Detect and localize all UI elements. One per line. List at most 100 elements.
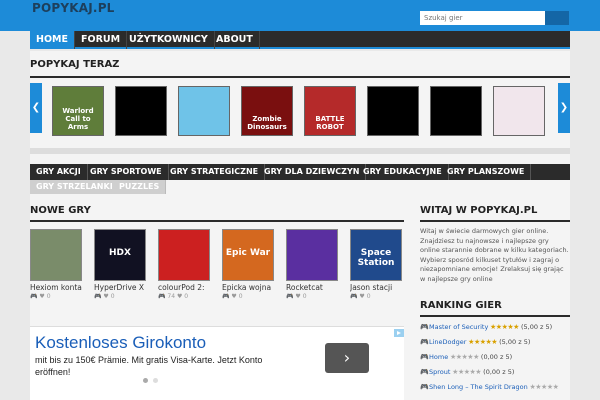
ad-dot-1[interactable] bbox=[143, 378, 148, 383]
site-logo[interactable]: POPYKAJ.PL bbox=[32, 1, 115, 15]
ranking-item-title[interactable]: LineDodger bbox=[429, 338, 466, 346]
featured-game-1[interactable]: Warlord Call to Arms bbox=[52, 86, 104, 136]
category-sports[interactable]: GRY SPORTOWE bbox=[84, 164, 169, 180]
carousel-next-button[interactable]: ❯ bbox=[558, 83, 570, 133]
gamepad-icon: 🎮 bbox=[158, 293, 168, 300]
new-game-card[interactable]: HDX HyperDrive X 🎮 ♥ 0 bbox=[94, 229, 146, 300]
new-game-card[interactable]: colourPod 2: 🎮 74 ♥ 0 bbox=[158, 229, 210, 300]
featured-game-3[interactable] bbox=[178, 86, 230, 136]
heart-icon: ♥ bbox=[39, 293, 47, 300]
category-girls[interactable]: GRY DLA DZIEWCZYN bbox=[258, 164, 367, 180]
category-education[interactable]: GRY EDUKACYJNE bbox=[357, 164, 449, 180]
ranking-item-value: (0,00 z 5) bbox=[483, 368, 515, 376]
new-game-thumbnail[interactable]: Epic War bbox=[222, 229, 274, 281]
new-game-likes: 0 bbox=[238, 293, 243, 300]
new-game-name[interactable]: Epicka wojna bbox=[222, 283, 274, 292]
carousel-prev-button[interactable]: ❮ bbox=[30, 83, 42, 133]
category-puzzles[interactable]: PUZZLES bbox=[113, 180, 167, 194]
new-game-thumbnail[interactable]: HDX bbox=[94, 229, 146, 281]
new-games-title: NOWE GRY bbox=[30, 205, 91, 216]
ad-info-icon[interactable] bbox=[394, 329, 404, 337]
rating-stars-icon: ★★★★★ bbox=[452, 368, 482, 376]
new-game-stats: 🎮 ♥ 0 bbox=[350, 293, 402, 300]
new-game-card[interactable]: Hexiom kontakt🎮 ♥ 0 bbox=[30, 229, 82, 300]
new-game-name[interactable]: colourPod 2: bbox=[158, 283, 210, 292]
gamepad-icon: 🎮 bbox=[420, 338, 429, 346]
ad-dot-2[interactable] bbox=[153, 378, 158, 383]
new-game-thumbnail[interactable] bbox=[286, 229, 338, 281]
ranking-item: 🎮LineDodger ★★★★★ (5,00 z 5) bbox=[420, 338, 580, 348]
new-game-likes: 0 bbox=[110, 293, 115, 300]
ranking-item-title[interactable]: Shen Long – The Spirit Dragon bbox=[429, 383, 528, 391]
featured-game-4[interactable]: Zombie Dinosaurs bbox=[241, 86, 293, 136]
new-game-thumbnail-label: Space Station bbox=[357, 248, 395, 268]
new-game-name[interactable]: Rocketcat bbox=[286, 283, 338, 292]
carousel-scrollbar[interactable] bbox=[30, 148, 570, 154]
new-game-card[interactable]: Rocketcat 🎮 ♥ 0 bbox=[286, 229, 338, 300]
ad-title[interactable]: Kostenloses Girokonto bbox=[35, 333, 206, 353]
new-game-card[interactable]: Epic War Epicka wojna 🎮 ♥ 0 bbox=[222, 229, 274, 300]
category-shooter[interactable]: GRY STRZELANKI bbox=[30, 180, 120, 194]
ad-next-button[interactable]: › bbox=[325, 343, 369, 373]
ranking-item: 🎮Shen Long – The Spirit Dragon ★★★★★ bbox=[420, 383, 580, 393]
ranking-title: RANKING GIER bbox=[420, 300, 502, 311]
search-input[interactable] bbox=[420, 11, 545, 25]
featured-game-5[interactable]: BATTLE ROBOT bbox=[304, 86, 356, 136]
gamepad-icon: 🎮 bbox=[420, 383, 429, 391]
new-game-stats: 🎮 ♥ 0 bbox=[222, 293, 274, 300]
new-game-thumbnail[interactable]: Space Station bbox=[350, 229, 402, 281]
gamepad-icon: 🎮 bbox=[420, 323, 429, 331]
gamepad-icon: 🎮 bbox=[350, 293, 360, 300]
category-bar-row2: GRY STRZELANKI PUZZLES bbox=[30, 180, 170, 194]
gamepad-icon: 🎮 bbox=[420, 353, 429, 361]
new-game-stats: 🎮 ♥ 0 bbox=[30, 293, 82, 300]
new-game-likes: 0 bbox=[184, 293, 189, 300]
nav-about[interactable]: ABOUT bbox=[210, 31, 260, 49]
new-game-likes: 0 bbox=[302, 293, 307, 300]
ranking-divider bbox=[420, 315, 570, 317]
category-board[interactable]: GRY PLANSZOWE bbox=[441, 164, 532, 180]
new-game-thumbnail[interactable] bbox=[30, 229, 82, 281]
rating-stars-icon: ★★★★★ bbox=[529, 383, 559, 391]
new-games-divider bbox=[30, 220, 404, 222]
new-game-name[interactable]: Hexiom kontakt bbox=[30, 283, 82, 292]
new-game-card[interactable]: Space Station Jason stacji 🎮 ♥ 0 bbox=[350, 229, 402, 300]
new-game-thumbnail[interactable] bbox=[158, 229, 210, 281]
nav-users[interactable]: UŻYTKOWNICY bbox=[123, 31, 215, 49]
main-nav: HOME FORUM UŻYTKOWNICY ABOUT bbox=[30, 31, 570, 49]
site-header: POPYKAJ.PL bbox=[0, 0, 600, 31]
featured-game-caption: Zombie Dinosaurs bbox=[247, 115, 287, 131]
gamepad-icon: 🎮 bbox=[420, 368, 429, 376]
featured-game-7[interactable] bbox=[430, 86, 482, 136]
ranking-item: 🎮Master of Security ★★★★★ (5,00 z 5) bbox=[420, 323, 580, 333]
welcome-title: WITAJ W POPYKAJ.PL bbox=[420, 205, 538, 216]
gamepad-icon: 🎮 bbox=[222, 293, 232, 300]
category-bar: GRY AKCJI GRY SPORTOWE GRY STRATEGICZNE … bbox=[30, 164, 570, 180]
new-game-likes: 0 bbox=[366, 293, 371, 300]
heart-icon: ♥ bbox=[103, 293, 111, 300]
rating-stars-icon: ★★★★★ bbox=[449, 353, 479, 361]
nav-forum[interactable]: FORUM bbox=[75, 31, 128, 49]
featured-game-caption: BATTLE ROBOT bbox=[315, 115, 345, 131]
new-game-thumbnail-label: HDX bbox=[109, 248, 131, 258]
new-game-plays: 74 bbox=[167, 293, 176, 300]
heart-icon: ♥ bbox=[175, 293, 185, 300]
ranking-item: 🎮Home ★★★★★ (0,00 z 5) bbox=[420, 353, 580, 363]
welcome-text: Witaj w świecie darmowych gier online. Z… bbox=[420, 227, 569, 283]
category-strategy[interactable]: GRY STRATEGICZNE bbox=[164, 164, 266, 180]
featured-game-8[interactable] bbox=[493, 86, 545, 136]
new-game-name[interactable]: Jason stacji bbox=[350, 283, 402, 292]
new-game-stats: 🎮 74 ♥ 0 bbox=[158, 293, 210, 300]
nav-home[interactable]: HOME bbox=[30, 31, 75, 49]
ranking-item: 🎮Sprout ★★★★★ (0,00 z 5) bbox=[420, 368, 580, 378]
ad-banner[interactable]: Kostenloses Girokonto mit bis zu 150€ Pr… bbox=[30, 326, 404, 400]
featured-game-6[interactable] bbox=[367, 86, 419, 136]
search-button[interactable] bbox=[545, 11, 569, 25]
ranking-item-title[interactable]: Sprout bbox=[429, 368, 450, 376]
ranking-item-title[interactable]: Home bbox=[429, 353, 448, 361]
featured-game-2[interactable] bbox=[115, 86, 167, 136]
category-action[interactable]: GRY AKCJI bbox=[30, 164, 88, 180]
featured-title: POPYKAJ TERAZ bbox=[30, 59, 120, 70]
new-game-name[interactable]: HyperDrive X bbox=[94, 283, 146, 292]
ranking-item-title[interactable]: Master of Security bbox=[429, 323, 488, 331]
